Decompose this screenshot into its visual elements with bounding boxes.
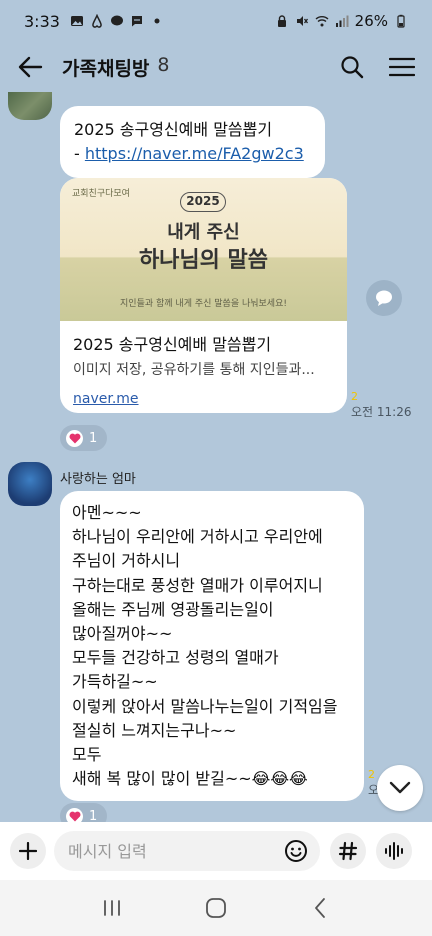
preview-thumbnail: 교회친구다모여 2025 내게 주신 하나님의 말씀 지인들과 함께 내게 주신… <box>60 178 347 321</box>
wifi-icon <box>315 16 329 27</box>
notification-icons <box>70 14 164 28</box>
member-count: 8 <box>157 53 170 76</box>
share-button[interactable] <box>366 280 402 316</box>
recents-button[interactable] <box>92 888 132 928</box>
message-bubble[interactable]: 아멘~~~ 하나님이 우리안에 거하시고 우리안에 주님이 거하시니 구하는대로… <box>60 491 364 802</box>
avatar[interactable] <box>8 462 52 506</box>
chat-title: 가족채팅방 8 <box>62 54 170 81</box>
reaction-badge[interactable]: 1 <box>60 425 108 451</box>
status-time: 3:33 <box>24 11 60 31</box>
message-link-line: - https://naver.me/FA2gw2c3 <box>74 142 311 166</box>
message-line: 올해는 주님께 영광돌리는일이 <box>72 599 274 619</box>
message-line: 가득하길~~ <box>72 672 158 692</box>
search-icon <box>341 56 364 79</box>
message-line: 모두들 건강하고 성령의 열매가 <box>72 648 279 668</box>
preview-url[interactable]: naver.me <box>73 391 334 407</box>
heart-icon <box>66 429 83 447</box>
message-input[interactable] <box>68 841 282 861</box>
reaction-badge[interactable]: 1 <box>60 803 108 823</box>
home-icon <box>206 898 226 918</box>
message-meta: 2 오전 11:26 <box>351 390 411 420</box>
unread-count: 2 <box>368 768 375 781</box>
emoji-button[interactable] <box>282 837 310 865</box>
scroll-down-button[interactable] <box>377 765 423 811</box>
home-button[interactable] <box>196 888 236 928</box>
dot-icon <box>154 18 160 24</box>
message-line: 이렇케 앉아서 말씀나누는일이 기적임을 <box>72 696 338 716</box>
unread-count: 2 <box>351 390 358 403</box>
thumbnail-headline-2: 하나님의 말씀 <box>138 248 269 273</box>
message-bubble[interactable]: 2025 송구영신예배 말씀뽑기 - https://naver.me/FA2g… <box>60 106 325 178</box>
talk-icon <box>110 15 123 26</box>
thumbnail-brand: 교회친구다모여 <box>72 189 130 199</box>
smile-icon <box>285 840 307 862</box>
battery-percent: 26% <box>354 12 388 30</box>
reaction-count: 1 <box>89 430 98 446</box>
link-preview-card[interactable]: 교회친구다모여 2025 내게 주신 하나님의 말씀 지인들과 함께 내게 주신… <box>60 178 347 413</box>
hash-icon <box>338 841 358 861</box>
message-input-wrapper <box>54 831 320 871</box>
voice-wave-icon <box>385 842 403 860</box>
message-line: 아멘~~~ <box>72 503 142 522</box>
menu-button[interactable] <box>388 53 416 81</box>
preview-title: 2025 송구영신예배 말씀뽑기 <box>73 335 272 354</box>
hashtag-button[interactable] <box>330 833 366 869</box>
message-line: 하나님이 우리안에 거하시고 우리안에 <box>72 527 323 547</box>
airbnb-icon <box>92 14 102 28</box>
message-time: 오전 11:26 <box>351 405 412 419</box>
back-nav-button[interactable] <box>300 888 340 928</box>
recents-icon <box>104 900 120 916</box>
voice-button[interactable] <box>376 833 412 869</box>
link-prefix: - <box>74 144 85 163</box>
lock-icon <box>277 15 286 27</box>
signal-icon <box>335 15 349 27</box>
chat-header: 가족채팅방 8 <box>0 42 432 92</box>
share-chat-icon <box>376 290 392 306</box>
chevron-down-icon <box>389 781 411 794</box>
heart-icon <box>66 807 83 822</box>
preview-description: 이미지 저장, 공유하기를 통해 지인들과... <box>73 362 315 378</box>
chevron-left-icon <box>315 898 325 918</box>
message-line: 주님이 거하시니 <box>72 551 181 571</box>
system-nav-bar <box>0 880 432 936</box>
message-line: 많아질꺼야~~ <box>72 624 173 644</box>
message-line: 새해 복 많이 많이 받길~~😂😂😂 <box>72 769 308 789</box>
message-line: 절실히 느껴지는구나~~ <box>72 720 237 740</box>
sender-name: 사랑하는 엄마 <box>60 472 136 487</box>
reaction-count: 1 <box>89 808 98 823</box>
status-bar: 3:33 26% <box>0 0 432 42</box>
chat-room-name: 가족채팅방 <box>62 57 150 80</box>
system-icons: 26% <box>275 12 408 30</box>
plus-icon <box>19 842 37 860</box>
message-line: 구하는대로 풍성한 열매가 이루어지니 <box>72 575 323 595</box>
thumbnail-year: 2025 <box>180 192 226 212</box>
arrow-left-icon <box>18 56 43 78</box>
mute-icon <box>296 16 308 26</box>
search-button[interactable] <box>338 53 366 81</box>
message-input-bar <box>0 822 432 880</box>
back-button[interactable] <box>16 53 44 81</box>
battery-icon <box>397 14 405 28</box>
thumbnail-headline-1: 내게 주신 <box>167 222 240 243</box>
message-icon <box>131 16 142 27</box>
message-link[interactable]: https://naver.me/FA2gw2c3 <box>85 144 304 163</box>
attach-button[interactable] <box>10 833 46 869</box>
thumbnail-subline: 지인들과 함께 내게 주신 말씀을 나눠보세요! <box>120 299 287 309</box>
message-line: 모두 <box>72 745 102 765</box>
gallery-icon <box>70 16 83 26</box>
hamburger-menu-icon <box>389 57 415 77</box>
avatar[interactable] <box>8 92 52 120</box>
chat-messages[interactable]: 2025 송구영신예배 말씀뽑기 - https://naver.me/FA2g… <box>0 92 432 822</box>
message-text: 2025 송구영신예배 말씀뽑기 <box>74 120 273 139</box>
